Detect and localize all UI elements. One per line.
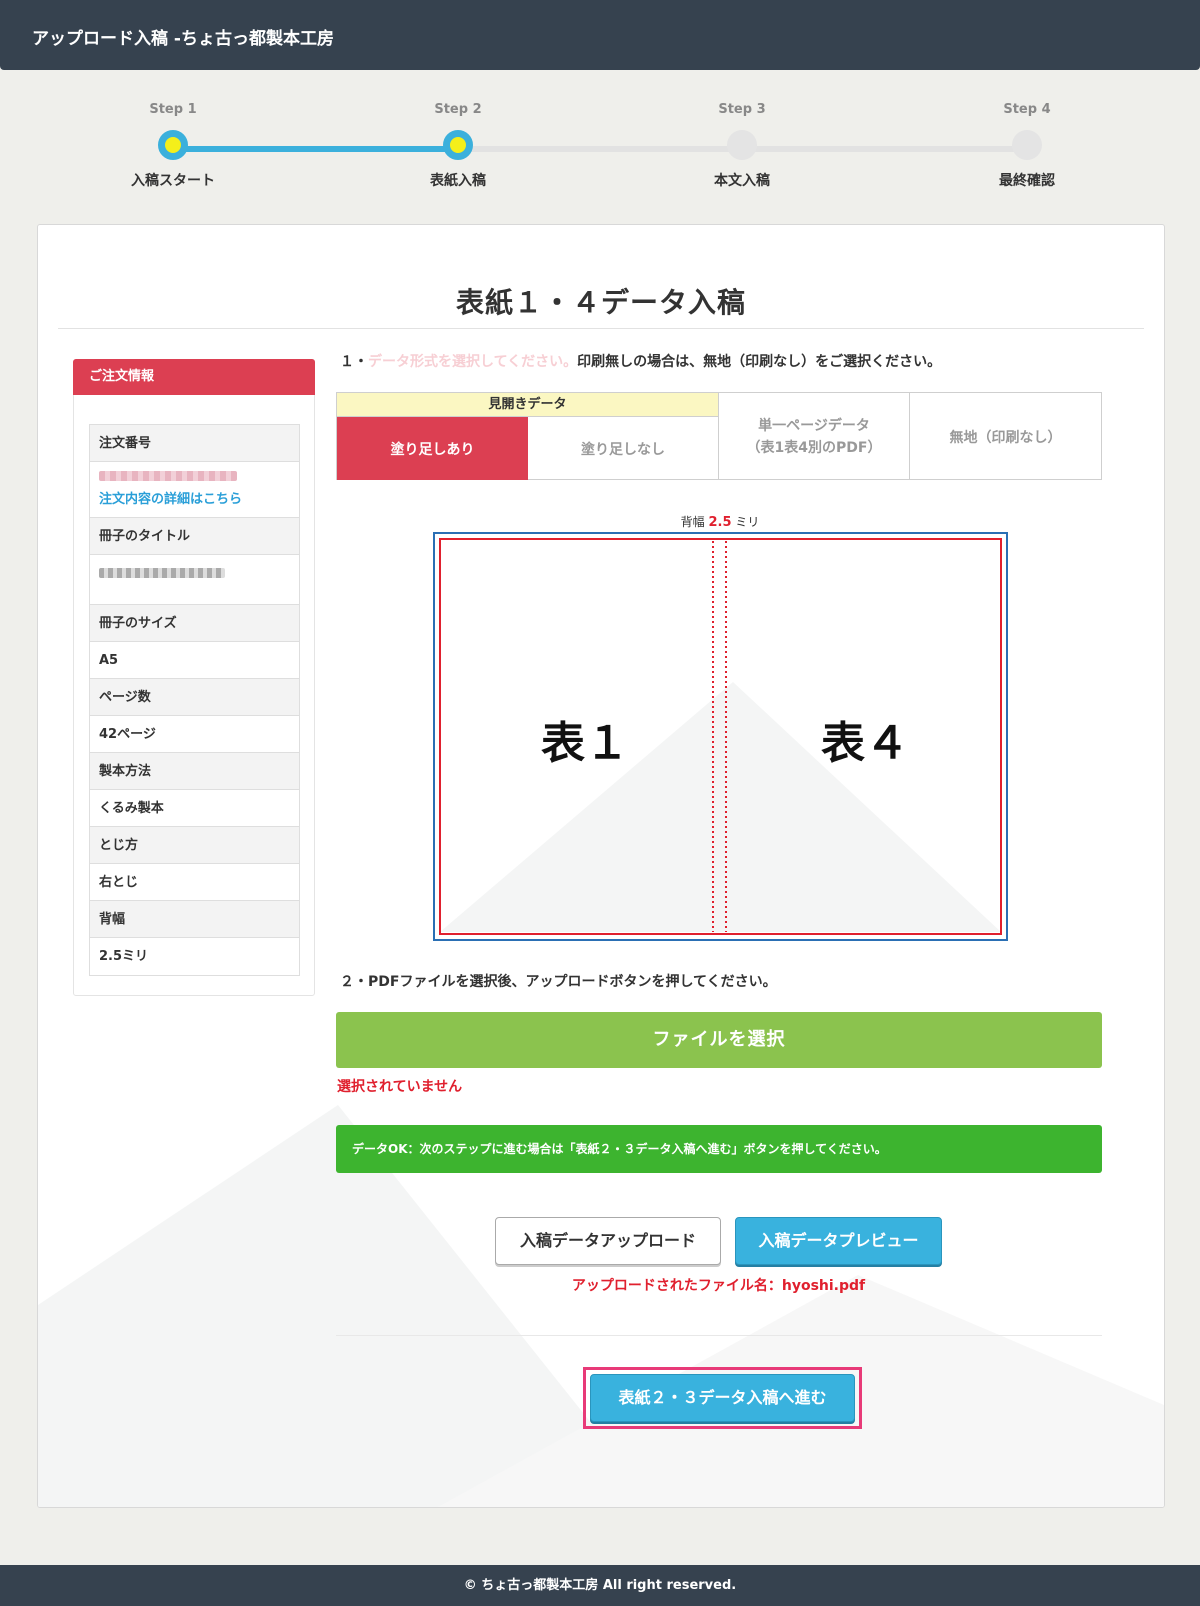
divider (58, 328, 1144, 329)
instruction-text: 印刷無しの場合は、無地（印刷なし）をご選択ください。 (577, 354, 942, 370)
format-option-no-bleed[interactable]: 塗り足しなし (528, 417, 719, 480)
choose-file-button[interactable]: ファイルを選択 (336, 1012, 1102, 1068)
divider (336, 1335, 1102, 1336)
next-step-button[interactable]: 表紙２・３データ入稿へ進む (590, 1374, 855, 1422)
spine-width-indicator: 背幅 2.5 ミリ (635, 513, 805, 530)
instruction-step-2: ２・PDFファイルを選択後、アップロードボタンを押してください。 (340, 974, 777, 990)
step-2: Step 2 表紙入稿 (378, 100, 538, 190)
file-status: 選択されていません (337, 1079, 463, 1095)
step-name: 表紙入稿 (430, 173, 486, 189)
order-info-table: 注文番号 注文内容の詳細はこちら 冊子のタイトル 冊子のサイズ A5 ページ数 … (89, 424, 300, 976)
cover-layout-diagram (433, 532, 1008, 941)
step-indicator (727, 130, 757, 160)
size-label: 冊子のサイズ (90, 605, 299, 642)
spread-data-group-label: 見開きデータ (337, 393, 719, 417)
step-label: Step 3 (718, 102, 766, 117)
step-4: Step 4 最終確認 (947, 100, 1107, 190)
preview-button[interactable]: 入稿データプレビュー (735, 1217, 942, 1265)
instruction-step-1: １・データ形式を選択してください。印刷無しの場合は、無地（印刷なし）をご選択くだ… (340, 351, 941, 371)
uploaded-filename: アップロードされたファイル名：hyoshi.pdf (571, 1278, 866, 1294)
binding-value: くるみ製本 (90, 790, 299, 827)
option-label: 単一ページデータ (758, 417, 870, 434)
option-label: 無地（印刷なし） (949, 429, 1062, 446)
order-detail-link[interactable]: 注文内容の詳細はこちら (99, 488, 290, 507)
pages-label: ページ数 (90, 679, 299, 716)
step-label: Step 4 (1003, 102, 1051, 117)
pages-value: 42ページ (90, 716, 299, 753)
step-name: 最終確認 (999, 173, 1055, 189)
order-info-title: ご注文情報 (73, 359, 315, 395)
step-indicator (1012, 130, 1042, 160)
main-card: 表紙１・４データ入稿 ご注文情報 注文番号 注文内容の詳細はこちら 冊子のタイト… (37, 224, 1165, 1508)
binding-label: 製本方法 (90, 753, 299, 790)
size-value: A5 (90, 642, 299, 679)
format-option-with-bleed[interactable]: 塗り足しあり (337, 417, 528, 480)
format-option-blank[interactable]: 無地（印刷なし） (910, 393, 1101, 480)
copyright: © ちょ古っ都製本工房 All right reserved. (463, 1578, 737, 1593)
step-label: Step 2 (434, 102, 482, 117)
cover-4-label: 表４ (821, 718, 909, 769)
redacted-order-number (99, 471, 237, 481)
step-indicator (158, 130, 188, 160)
step-label: Step 1 (149, 102, 197, 117)
binding-side-label: とじ方 (90, 827, 299, 864)
data-format-selector: 見開きデータ 塗り足しあり 塗り足しなし 単一ページデータ （表1表4別のPDF… (336, 392, 1102, 480)
instruction-faint-text: データ形式を選択してください。 (368, 354, 578, 370)
footer: © ちょ古っ都製本工房 All right reserved. (0, 1565, 1200, 1606)
step-3: Step 3 本文入稿 (662, 100, 822, 190)
app-header: アップロード入稿 -ちょ古っ都製本工房 (0, 0, 1200, 70)
step-name: 入稿スタート (131, 173, 215, 189)
step-1: Step 1 入稿スタート (93, 100, 253, 190)
spine-prefix: 背幅 (680, 515, 705, 529)
option-label: 塗り足しあり (390, 441, 475, 458)
redacted-book-title (99, 568, 225, 578)
spine-width-label: 背幅 (90, 901, 299, 938)
book-title-label: 冊子のタイトル (90, 518, 299, 555)
app-title: アップロード入稿 -ちょ古っ都製本工房 (32, 29, 334, 49)
format-option-single-page[interactable]: 単一ページデータ （表1表4別のPDF） (719, 393, 910, 480)
cover-1-label: 表１ (541, 718, 629, 769)
page-title: 表紙１・４データ入稿 (455, 286, 746, 319)
order-info-panel: ご注文情報 注文番号 注文内容の詳細はこちら 冊子のタイトル 冊子のサイズ A5… (73, 359, 315, 996)
step-indicator (443, 130, 473, 160)
data-ok-message: データOK：次のステップに進む場合は「表紙２・３データ入稿へ進む」ボタンを押して… (336, 1125, 1102, 1173)
progress-stepper: Step 1 入稿スタート Step 2 表紙入稿 Step 3 本文入稿 St… (0, 100, 1200, 210)
option-sublabel: （表1表4別のPDF） (746, 439, 882, 456)
spine-value: 2.5 (708, 515, 732, 530)
binding-side-value: 右とじ (90, 864, 299, 901)
upload-button[interactable]: 入稿データアップロード (495, 1217, 721, 1265)
spine-unit: ミリ (735, 515, 760, 529)
step-name: 本文入稿 (714, 173, 770, 189)
order-number-value: 注文内容の詳細はこちら (90, 462, 299, 518)
spine-width-value: 2.5ミリ (99, 949, 149, 964)
option-label: 塗り足しなし (581, 441, 665, 458)
order-number-label: 注文番号 (90, 425, 299, 462)
instruction-number: １・ (340, 354, 368, 370)
book-title-value (90, 568, 299, 605)
